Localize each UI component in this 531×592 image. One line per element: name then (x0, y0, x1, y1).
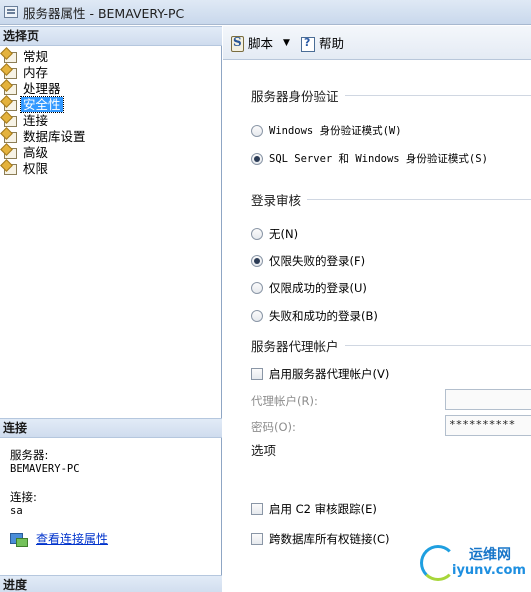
watermark-url: iyunv.com (452, 563, 526, 578)
nav-item-permissions[interactable]: 权限 (2, 160, 220, 176)
nav-item-general[interactable]: 常规 (2, 48, 220, 64)
nav-item-memory[interactable]: 内存 (2, 64, 220, 80)
radio-unchecked[interactable] (251, 124, 263, 137)
title-bar[interactable]: 服务器属性 - BEMAVERY-PC (0, 0, 531, 25)
nav-item-connections[interactable]: 连接 (2, 112, 220, 128)
select-page-header: 选择页 (0, 26, 222, 46)
script-button[interactable]: 脚本 (229, 33, 273, 52)
server-info: 服务器: BEMAVERY-PC (10, 447, 80, 475)
connection-value: sa (10, 505, 23, 517)
proxy-account-input[interactable] (445, 389, 531, 410)
windows-auth-radio[interactable]: Windows 身份验证模式(W) (251, 123, 402, 138)
page-settings-icon (2, 113, 18, 127)
radio-checked[interactable] (251, 255, 263, 267)
nav-item-database-settings[interactable]: 数据库设置 (2, 128, 220, 144)
divider (344, 95, 531, 96)
audit-both-radio[interactable]: 失败和成功的登录(B) (251, 308, 378, 324)
radio-unchecked[interactable] (251, 228, 263, 240)
radio-checked[interactable] (251, 152, 263, 165)
watermark-logo-icon (420, 545, 456, 581)
proxy-account-label: 代理帐户(R): (251, 394, 318, 408)
help-icon (300, 35, 316, 52)
divider (307, 199, 531, 200)
radio-unchecked[interactable] (251, 282, 263, 294)
page-settings-icon (2, 97, 18, 111)
page-settings-icon (2, 49, 18, 63)
connection-header: 连接 (0, 418, 222, 438)
checkbox-unchecked[interactable] (251, 533, 263, 545)
audit-failed-radio[interactable]: 仅限失败的登录(F) (251, 253, 365, 269)
mixed-auth-radio[interactable]: SQL Server 和 Windows 身份验证模式(S) (251, 151, 488, 166)
connection-label: 连接: (10, 490, 37, 504)
right-pane: 脚本 ▼ 帮助 服务器身份验证 Windows 身份验证模式(W) SQL Se… (223, 26, 531, 592)
nav-item-processor[interactable]: 处理器 (2, 80, 220, 96)
page-settings-icon (2, 145, 18, 159)
window-title: 服务器属性 - BEMAVERY-PC (23, 5, 185, 21)
watermark-name: 运维网 (469, 547, 511, 563)
view-connection-properties-link[interactable]: 查看连接属性 (36, 530, 108, 547)
connection-properties-icon (10, 532, 28, 547)
help-button[interactable]: 帮助 (300, 33, 344, 52)
c2-audit-checkbox[interactable]: 启用 C2 审核跟踪(E) (251, 501, 377, 517)
checkbox-unchecked[interactable] (251, 368, 263, 380)
login-audit-group-title: 登录审核 (251, 190, 531, 209)
script-icon (229, 35, 245, 52)
page-nav-list: 常规 内存 处理器 安全性 连接 数据库设置 高级 权限 (2, 48, 220, 176)
server-properties-window: 服务器属性 - BEMAVERY-PC 选择页 常规 内存 处理器 安全性 连接… (0, 0, 531, 592)
progress-header: 进度 (0, 575, 222, 592)
window-icon (4, 6, 18, 18)
server-auth-group-title: 服务器身份验证 (251, 86, 531, 105)
radio-unchecked[interactable] (251, 310, 263, 322)
toolbar: 脚本 ▼ 帮助 (223, 26, 531, 60)
proxy-password-input[interactable]: ********** (445, 415, 531, 436)
left-pane: 选择页 常规 内存 处理器 安全性 连接 数据库设置 高级 权限 连接 服务器:… (0, 26, 222, 592)
enable-proxy-checkbox[interactable]: 启用服务器代理帐户(V) (251, 366, 389, 382)
connection-info: 连接: sa (10, 489, 37, 517)
proxy-group-title: 服务器代理帐户 (251, 336, 531, 355)
security-page-content: 服务器身份验证 Windows 身份验证模式(W) SQL Server 和 W… (223, 61, 531, 592)
page-settings-icon (2, 65, 18, 79)
server-label: 服务器: (10, 448, 49, 462)
site-watermark: 运维网 iyunv.com (412, 540, 531, 590)
script-dropdown-arrow-icon[interactable]: ▼ (283, 38, 290, 48)
cross-db-chaining-checkbox[interactable]: 跨数据库所有权链接(C) (251, 531, 390, 547)
audit-success-radio[interactable]: 仅限成功的登录(U) (251, 280, 367, 296)
page-settings-icon (2, 161, 18, 175)
view-connection-properties[interactable]: 查看连接属性 (10, 530, 108, 547)
page-settings-icon (2, 129, 18, 143)
nav-item-advanced[interactable]: 高级 (2, 144, 220, 160)
audit-none-radio[interactable]: 无(N) (251, 226, 298, 242)
checkbox-unchecked[interactable] (251, 503, 263, 515)
proxy-password-label: 密码(O): (251, 420, 296, 434)
page-settings-icon (2, 81, 18, 95)
divider (344, 345, 531, 346)
nav-item-security[interactable]: 安全性 (2, 95, 220, 113)
options-group-title: 选项 (251, 443, 277, 458)
server-value: BEMAVERY-PC (10, 463, 80, 475)
